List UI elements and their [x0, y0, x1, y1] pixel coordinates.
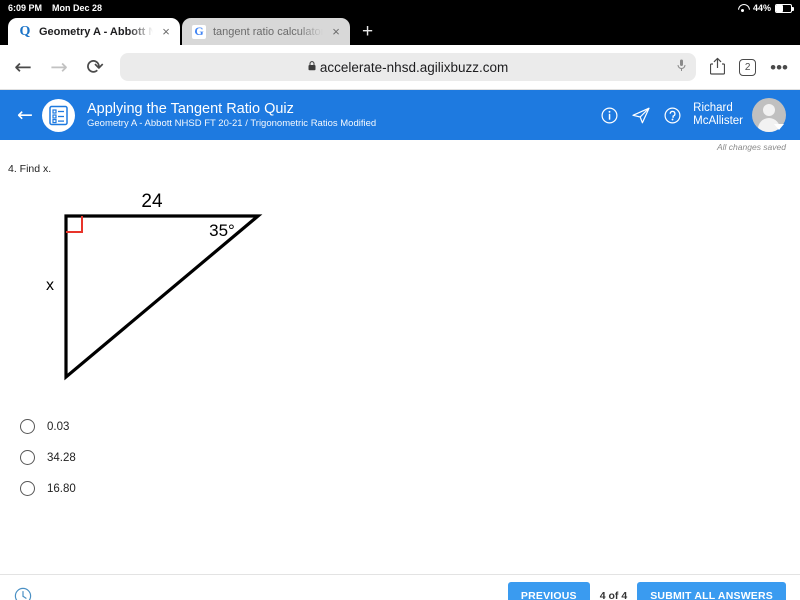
answer-option[interactable]: 0.03 — [20, 411, 800, 442]
question-panel: 4. Find x. 24 x 35° 0.03 34.28 16.80 — [0, 153, 800, 573]
browser-toolbar: ← → ⟳ accelerate-nhsd.agilixbuzz.com 2 •… — [0, 45, 800, 90]
radio-button-icon[interactable] — [20, 481, 35, 496]
status-date: Mon Dec 28 — [52, 3, 103, 13]
send-icon[interactable] — [632, 107, 650, 124]
status-right-cluster: 44% — [737, 3, 794, 13]
question-prompt: 4. Find x. — [8, 163, 52, 175]
help-icon[interactable] — [664, 106, 681, 124]
radio-button-icon[interactable] — [20, 450, 35, 465]
avatar-wrapper[interactable] — [752, 98, 786, 132]
page-indicator: 4 of 4 — [599, 589, 628, 600]
google-g-favicon: G — [192, 24, 206, 39]
triangle-side-label: x — [46, 277, 54, 294]
clock-icon[interactable] — [14, 587, 32, 600]
chevron-down-icon[interactable] — [774, 124, 784, 130]
page-title: Applying the Tangent Ratio Quiz — [87, 100, 294, 117]
tab-count-button[interactable]: 2 — [739, 58, 757, 76]
triangle-top-label: 24 — [141, 191, 163, 212]
app-header: ← Applying the Tangent Ratio Quiz Geomet… — [0, 90, 800, 140]
radio-button-icon[interactable] — [20, 419, 35, 434]
browser-tab-title: tangent ratio calculator — [213, 25, 323, 38]
quizlet-q-favicon: Q — [19, 23, 31, 39]
breadcrumb: Geometry A - Abbott NHSD FT 20-21 / Trig… — [87, 117, 377, 129]
answer-option-label: 0.03 — [47, 420, 70, 433]
close-icon[interactable]: × — [160, 25, 172, 38]
answer-option-label: 16.80 — [47, 482, 76, 495]
more-options-icon[interactable]: ••• — [770, 59, 788, 76]
answer-option[interactable]: 16.80 — [20, 473, 800, 504]
quiz-clipboard-icon — [42, 98, 75, 132]
share-icon[interactable] — [710, 57, 726, 78]
app-back-button[interactable]: ← — [12, 105, 38, 125]
save-status-text: All changes saved — [717, 141, 786, 152]
battery-icon — [775, 3, 794, 13]
browser-tab-active[interactable]: Q Geometry A - Abbott NH × — [8, 18, 180, 45]
save-status-row: All changes saved — [0, 140, 800, 153]
lock-icon — [308, 60, 316, 74]
user-name-last: McAllister — [693, 115, 743, 127]
app-header-titles: Applying the Tangent Ratio Quiz Geometry… — [87, 100, 601, 131]
address-bar-url: accelerate-nhsd.agilixbuzz.com — [319, 59, 509, 75]
browser-tab-strip: Q Geometry A - Abbott NH × G tangent rat… — [0, 16, 800, 45]
address-bar[interactable]: accelerate-nhsd.agilixbuzz.com — [120, 53, 697, 81]
wifi-icon — [737, 3, 749, 13]
quiz-content-area: 4. Find x. 24 x 35° 0.03 34.28 16.80 PRE… — [0, 153, 800, 600]
browser-tab-inactive[interactable]: G tangent ratio calculator × — [182, 18, 350, 45]
user-name-first: Richard — [693, 101, 733, 114]
info-icon[interactable] — [601, 106, 618, 124]
back-icon[interactable]: ← — [12, 56, 34, 78]
user-name[interactable]: Richard McAllister — [693, 102, 743, 128]
footer-actions: PREVIOUS 4 of 4 SUBMIT ALL ANSWERS — [507, 581, 786, 600]
answer-option-label: 34.28 — [47, 451, 76, 464]
triangle-figure: 24 x 35° — [0, 185, 800, 405]
previous-button[interactable]: PREVIOUS — [507, 581, 590, 600]
submit-all-answers-button[interactable]: SUBMIT ALL ANSWERS — [637, 581, 786, 600]
microphone-icon[interactable] — [677, 59, 686, 75]
answer-option[interactable]: 34.28 — [20, 442, 800, 473]
app-header-icons — [601, 106, 681, 124]
forward-icon[interactable]: → — [48, 56, 70, 78]
new-tab-button[interactable]: + — [350, 18, 385, 45]
triangle-angle-label: 35° — [209, 221, 235, 240]
browser-tab-title: Geometry A - Abbott NH — [39, 25, 153, 38]
close-icon[interactable]: × — [330, 25, 342, 38]
reload-icon[interactable]: ⟳ — [84, 56, 106, 78]
ios-status-bar: 6:09 PM Mon Dec 28 44% — [0, 0, 800, 16]
status-time: 6:09 PM — [8, 3, 43, 13]
quiz-footer: PREVIOUS 4 of 4 SUBMIT ALL ANSWERS — [0, 574, 800, 600]
answer-options: 0.03 34.28 16.80 — [0, 411, 800, 504]
battery-percent-label: 44% — [752, 3, 771, 13]
